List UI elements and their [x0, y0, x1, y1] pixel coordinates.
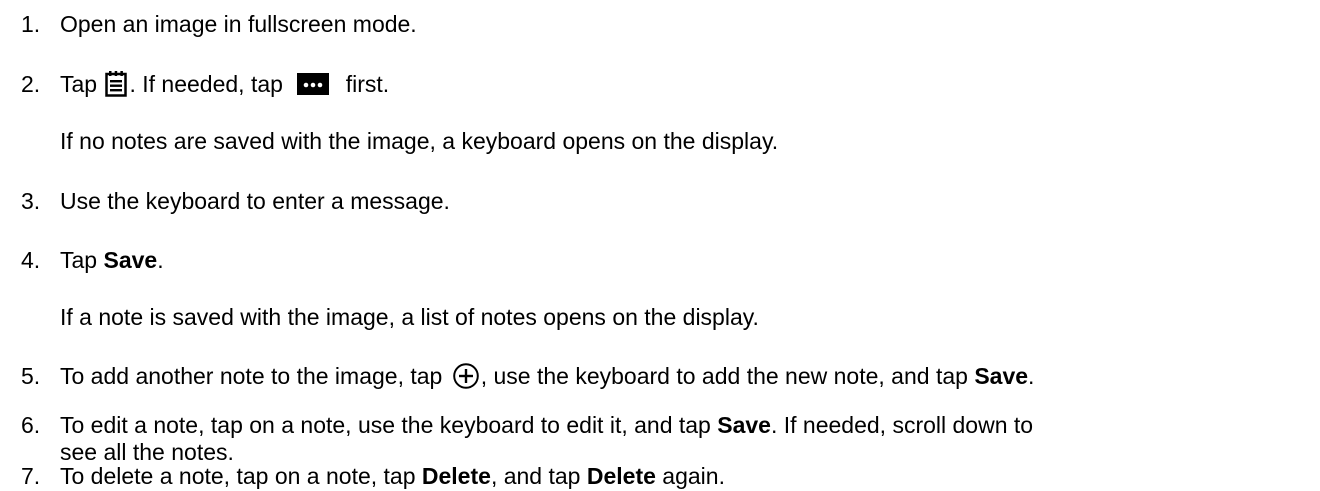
step-text-part: To delete a note, tap on a note, tap: [60, 463, 422, 489]
step-text-part: Tap: [60, 247, 104, 273]
step-text-part: . If needed, tap: [129, 71, 290, 97]
step-text-part: . If needed, scroll down to: [770, 412, 1034, 438]
step-text-part: again.: [655, 463, 725, 489]
step-text: To add another note to the image, tap , …: [60, 362, 1034, 391]
step-number: 3.: [21, 188, 41, 214]
step-2-continuation: If no notes are saved with the image, a …: [60, 128, 779, 154]
step-text-part: To add another note to the image, tap: [60, 363, 449, 389]
step-text-part: .: [1028, 363, 1035, 389]
step-number: 1.: [21, 11, 41, 37]
save-label: Save: [103, 247, 158, 273]
step-number: 7.: [21, 463, 41, 489]
save-label: Save: [717, 412, 771, 438]
step-text-part: To edit a note, tap on a note, use the k…: [60, 412, 718, 438]
step-4-continuation: If a note is saved with the image, a lis…: [60, 304, 759, 330]
step-text: To edit a note, tap on a note, use the k…: [60, 411, 1033, 440]
more-options-icon: [297, 73, 330, 96]
add-note-icon: [452, 363, 479, 389]
step-text: Tap . If needed, tap first.: [60, 70, 389, 99]
step-text: Tap Save.: [60, 246, 164, 275]
step-number: 4.: [21, 247, 41, 273]
step-text-part: first.: [339, 71, 390, 97]
step-text-part: Tap: [60, 71, 104, 97]
step-number: 2.: [21, 71, 41, 97]
step-number: 6.: [21, 412, 41, 438]
step-text-part: , and tap: [490, 463, 587, 489]
step-text: Open an image in fullscreen mode.: [60, 11, 417, 37]
notes-icon: [105, 70, 128, 97]
step-number: 5.: [21, 363, 41, 389]
step-text: Use the keyboard to enter a message.: [60, 188, 450, 214]
step-text-part: , use the keyboard to add the new note, …: [480, 363, 975, 389]
delete-label: Delete: [421, 463, 491, 489]
save-label: Save: [974, 363, 1029, 389]
step-text-part: .: [157, 247, 164, 273]
delete-label: Delete: [586, 463, 656, 489]
step-text: To delete a note, tap on a note, tap Del…: [60, 462, 725, 491]
